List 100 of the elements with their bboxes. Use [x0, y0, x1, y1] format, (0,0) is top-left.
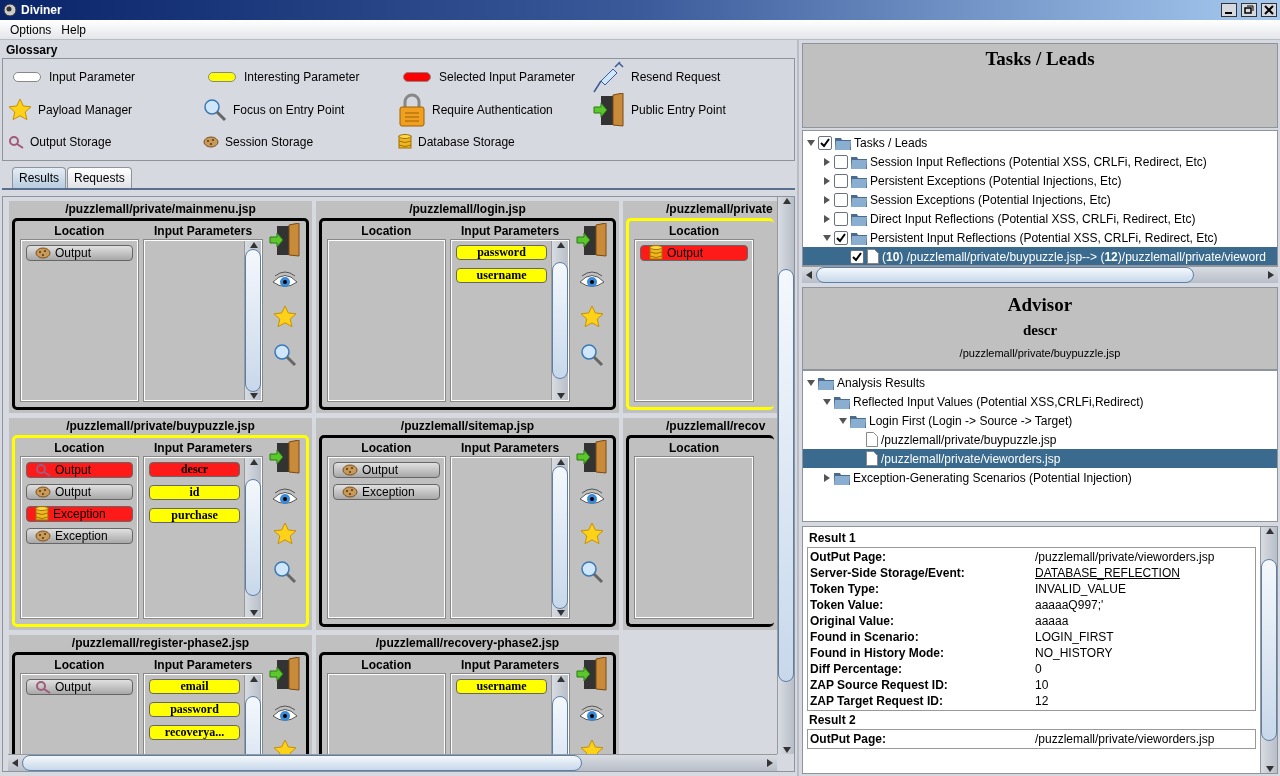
collapsed-arrow-icon[interactable]	[823, 176, 831, 185]
legend-label: Session Storage	[225, 134, 314, 149]
vertical-scrollbar[interactable]	[777, 197, 794, 754]
folder-icon	[851, 173, 867, 188]
loop-icon	[8, 134, 24, 149]
tree-item[interactable]: Login First (Login -> Source -> Target)	[803, 411, 1277, 430]
location-chip[interactable]: Exception	[26, 506, 133, 522]
field-value: aaaaaQ997;'	[1035, 598, 1105, 612]
minimize-icon[interactable]	[1221, 3, 1237, 17]
magnifier-icon[interactable]	[273, 343, 298, 367]
tab[interactable]: Requests	[67, 167, 132, 188]
cookie-icon	[35, 486, 51, 498]
door-icon[interactable]	[576, 223, 609, 257]
legend-label: Resend Request	[631, 70, 721, 84]
vertical-scrollbar[interactable]	[551, 458, 569, 617]
location-chip[interactable]: Output	[26, 679, 133, 695]
location-chip[interactable]: Output	[640, 245, 748, 261]
field-link[interactable]: DATABASE_REFLECTION	[1035, 566, 1255, 580]
checkbox[interactable]	[818, 135, 832, 150]
tree-item[interactable]: Direct Input Reflections (Potential XSS, CRLFi, Redirect, Etc)	[803, 209, 1277, 228]
location-chip[interactable]: Output	[333, 462, 440, 478]
column-header: Location	[53, 440, 106, 457]
door-icon[interactable]	[576, 440, 609, 474]
checkbox[interactable]	[834, 173, 848, 188]
vertical-scrollbar[interactable]	[244, 458, 262, 617]
parameter-chip[interactable]: email	[148, 679, 241, 694]
document-icon	[866, 432, 878, 447]
expanded-arrow-icon[interactable]	[823, 397, 831, 406]
tree-label: Session Exceptions (Potential Injections, Etc)	[870, 192, 1111, 207]
checkbox[interactable]	[834, 192, 848, 207]
folder-icon	[851, 154, 867, 169]
location-chip[interactable]: Exception	[26, 528, 133, 544]
star-icon[interactable]	[273, 522, 298, 546]
expanded-arrow-icon[interactable]	[807, 138, 815, 147]
star-icon[interactable]	[580, 305, 605, 329]
collapsed-arrow-icon[interactable]	[823, 473, 831, 482]
star-icon[interactable]	[580, 522, 605, 546]
location-chip[interactable]: Output	[26, 484, 133, 500]
checkbox[interactable]	[834, 154, 848, 169]
vertical-scrollbar[interactable]	[551, 241, 569, 400]
parameter-chip[interactable]: password	[455, 245, 548, 260]
tree-item[interactable]: /puzzlemall/private/vieworders.jsp	[803, 449, 1277, 468]
parameter-chip[interactable]: descr	[148, 462, 241, 477]
field-value: /puzzlemall/private/vieworders.jsp	[1035, 732, 1216, 746]
card-title: /puzzlemall/private	[665, 201, 774, 218]
location-chip[interactable]: Exception	[333, 484, 440, 500]
horizontal-scrollbar[interactable]	[8, 754, 777, 771]
collapsed-arrow-icon[interactable]	[823, 157, 831, 166]
parameter-chip[interactable]: username	[455, 268, 548, 283]
door-icon[interactable]	[576, 657, 609, 691]
field-label: Diff Percentage:	[810, 662, 904, 676]
tree-item[interactable]: Tasks / Leads	[803, 133, 1277, 152]
tab[interactable]: Results	[12, 167, 66, 188]
tree-item[interactable]: Analysis Results	[803, 373, 1277, 392]
field-value: /puzzlemall/private/vieworders.jsp	[1035, 550, 1216, 564]
location-chip[interactable]: Output	[26, 462, 133, 478]
tree-item[interactable]: Session Input Reflections (Potential XSS, CRLFi, Redirect, Etc)	[803, 152, 1277, 171]
menu-item[interactable]: Options	[8, 22, 54, 37]
tree-item[interactable]: Persistent Input Reflections (Potential XSS, CRLFi, Redirect, Etc)	[803, 228, 1277, 247]
checkbox[interactable]	[834, 211, 848, 226]
magnifier-icon[interactable]	[580, 560, 605, 584]
magnifier-icon[interactable]	[273, 560, 298, 584]
close-icon[interactable]	[1261, 3, 1277, 17]
card-title: /puzzlemall/login.jsp	[408, 201, 527, 218]
collapsed-arrow-icon[interactable]	[823, 214, 831, 223]
door-icon[interactable]	[269, 657, 302, 691]
document-icon	[866, 451, 878, 466]
magnifier-icon[interactable]	[203, 97, 227, 122]
parameter-chip[interactable]: purchase	[148, 508, 241, 523]
door-icon[interactable]	[269, 440, 302, 474]
parameter-chip[interactable]: password	[148, 702, 241, 717]
tree-item[interactable]: (10) /puzzlemall/private/buypuzzle.jsp--> (12)/puzzlemall/private/vieword	[803, 247, 1277, 265]
star-icon[interactable]	[273, 305, 298, 329]
parameter-chip[interactable]: recoverya...	[148, 725, 241, 740]
tree-item[interactable]: Session Exceptions (Potential Injections, Etc)	[803, 190, 1277, 209]
magnifier-icon[interactable]	[580, 343, 605, 367]
tree-label: /puzzlemall/private/buypuzzle.jsp	[881, 432, 1057, 447]
parameter-chip[interactable]: id	[148, 485, 241, 500]
expanded-arrow-icon[interactable]	[839, 416, 847, 425]
expanded-arrow-icon[interactable]	[823, 233, 831, 242]
door-icon[interactable]	[269, 223, 302, 257]
door-icon[interactable]	[593, 92, 625, 127]
expanded-arrow-icon[interactable]	[807, 378, 815, 387]
checkbox[interactable]	[834, 230, 848, 245]
card-title: /puzzlemall/private/mainmenu.jsp	[64, 201, 257, 218]
vertical-scrollbar[interactable]	[1260, 527, 1277, 773]
star-icon[interactable]	[8, 97, 32, 122]
restore-icon[interactable]	[1241, 3, 1257, 17]
vertical-scrollbar[interactable]	[244, 241, 262, 400]
tree-item[interactable]: /puzzlemall/private/buypuzzle.jsp	[803, 430, 1277, 449]
collapsed-arrow-icon[interactable]	[823, 195, 831, 204]
menu-item[interactable]: Help	[59, 22, 89, 37]
tree-item[interactable]: Exception-Generating Scenarios (Potential Injection)	[803, 468, 1277, 487]
horizontal-scrollbar[interactable]	[802, 266, 1278, 283]
checkbox[interactable]	[850, 249, 864, 264]
location-chip[interactable]: Output	[26, 245, 133, 261]
tree-item[interactable]: Persistent Exceptions (Potential Injections, Etc)	[803, 171, 1277, 190]
parameter-chip[interactable]: username	[455, 679, 548, 694]
tree-item[interactable]: Reflected Input Values (Potential XSS,CRLFi,Redirect)	[803, 392, 1277, 411]
tree-label: (10) /puzzlemall/private/buypuzzle.jsp--> (12)/puzzlemall/private/vieword	[882, 249, 1266, 264]
